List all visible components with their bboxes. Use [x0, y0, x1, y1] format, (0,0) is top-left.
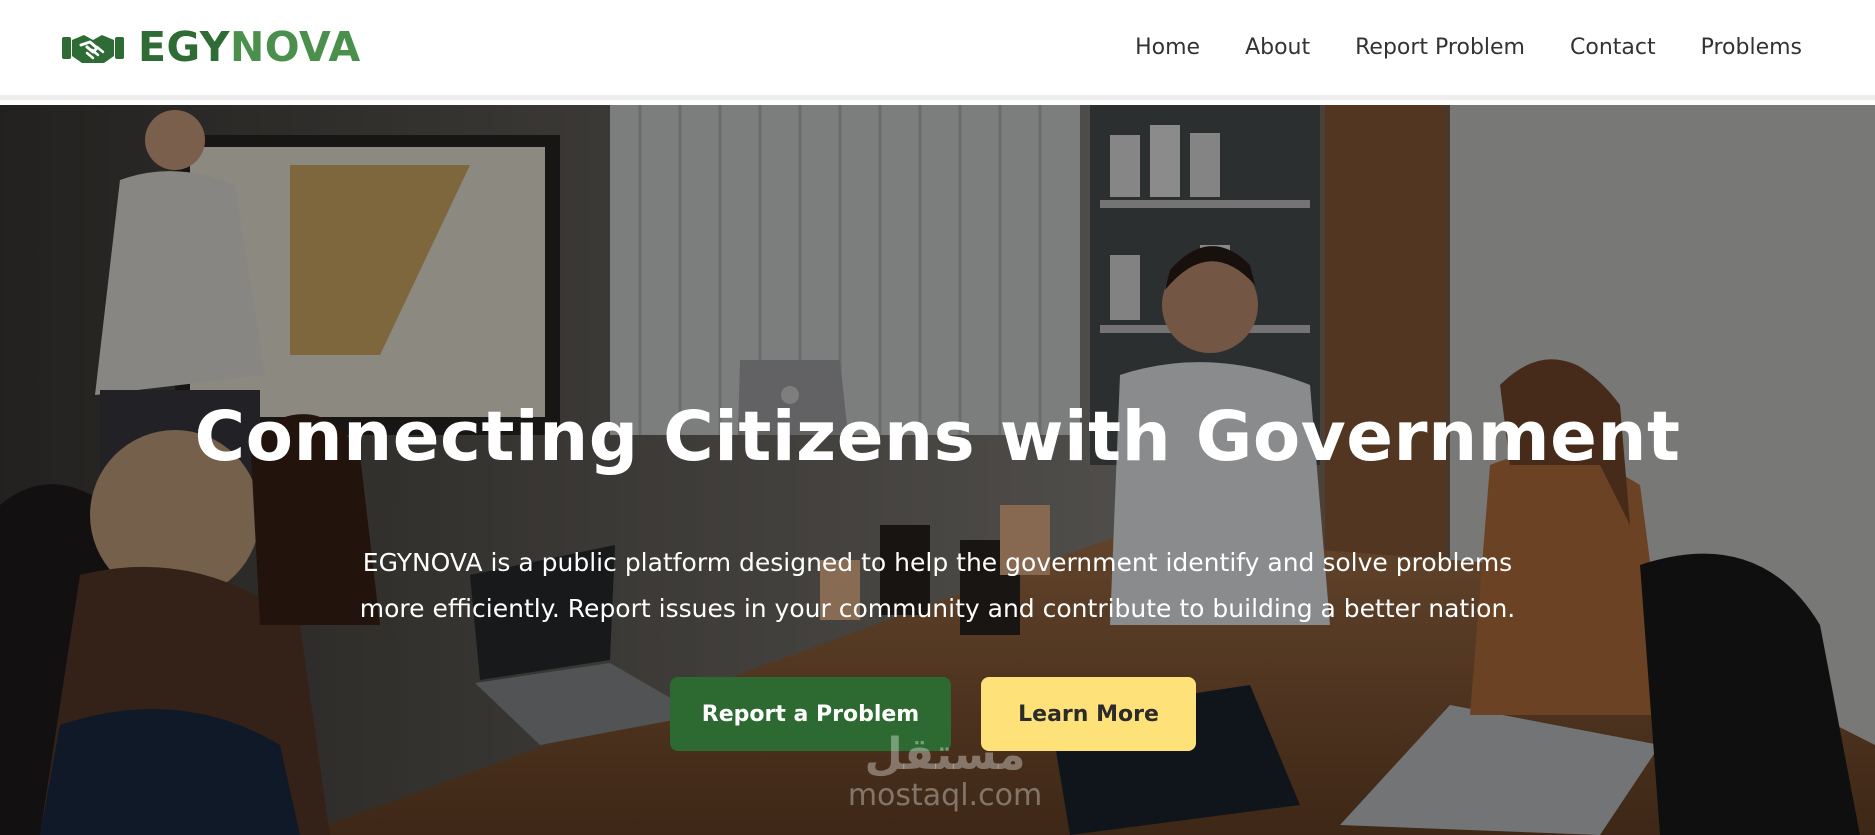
- brand-name: EGYNOVA: [138, 27, 361, 68]
- hero-description-line1: EGYNOVA is a public platform designed to…: [362, 548, 1513, 577]
- nav-about[interactable]: About: [1245, 36, 1310, 59]
- nav-contact[interactable]: Contact: [1570, 36, 1656, 59]
- brand-name-part2: NOVA: [229, 23, 361, 71]
- main-nav: Home About Report Problem Contact Proble…: [1135, 36, 1813, 59]
- nav-report-problem[interactable]: Report Problem: [1355, 36, 1525, 59]
- hero-title: Connecting Citizens with Government: [194, 397, 1681, 477]
- watermark-arabic: مستقل: [864, 729, 1026, 780]
- hero-section: Connecting Citizens with Government EGYN…: [0, 105, 1875, 835]
- brand-name-part1: EGY: [138, 23, 230, 71]
- watermark-url: mostaql.com: [847, 778, 1043, 813]
- nav-home[interactable]: Home: [1135, 36, 1200, 59]
- hero-content: Connecting Citizens with Government EGYN…: [0, 105, 1875, 835]
- hero-description-line2: more efficiently. Report issues in your …: [359, 594, 1516, 623]
- site-header: EGYNOVA Home About Report Problem Contac…: [0, 0, 1875, 100]
- nav-problems[interactable]: Problems: [1701, 36, 1802, 59]
- handshake-icon: [62, 34, 124, 63]
- brand-logo[interactable]: EGYNOVA: [62, 27, 361, 68]
- hero-description: EGYNOVA is a public platform designed to…: [330, 540, 1545, 632]
- watermark: مستقل mostaql.com: [820, 729, 1070, 813]
